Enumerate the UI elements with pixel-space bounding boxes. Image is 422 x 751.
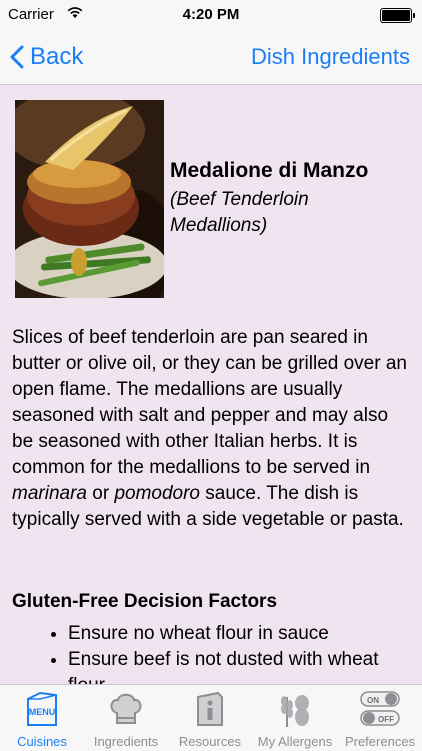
sauce-name-pomodoro: pomodoro: [114, 483, 200, 504]
tab-resources[interactable]: Resources: [168, 685, 252, 751]
toggle-switches-icon: ON OFF: [360, 691, 400, 726]
dish-name: Medalione di Manzo: [170, 159, 369, 182]
list-item: Ensure no wheat flour in sauce: [68, 621, 418, 647]
tab-cuisines[interactable]: MENU Cuisines: [0, 685, 84, 751]
back-button[interactable]: Back: [10, 40, 83, 74]
tab-ingredients[interactable]: Ingredients: [84, 685, 168, 751]
info-icon: [197, 691, 223, 726]
dish-description: Slices of beef tenderloin are pan seared…: [12, 325, 414, 533]
tab-label: My Allergens: [257, 734, 333, 749]
tab-label: Resources: [178, 734, 242, 749]
tab-bar: MENU Cuisines Ingredients Resources My A…: [0, 684, 422, 751]
back-button-label: Back: [30, 43, 84, 70]
menu-icon: MENU: [27, 691, 57, 726]
chef-hat-icon: [110, 693, 142, 724]
battery-icon: [380, 8, 415, 23]
dish-ingredients-label: Dish Ingredients: [251, 44, 410, 69]
description-text: or: [86, 483, 115, 504]
status-time: 4:20 PM: [182, 6, 240, 23]
toggle-off-text: OFF: [378, 715, 394, 724]
menu-icon-text: MENU: [29, 707, 56, 717]
dish-english-name: (Beef Tenderloin Medallions): [170, 189, 309, 236]
tab-label: Preferences: [344, 734, 416, 749]
decision-factors-title: Gluten-Free Decision Factors: [12, 591, 278, 612]
description-text: Slices of beef tenderloin are pan seared…: [12, 327, 407, 478]
dish-detail: Medalione di Manzo (Beef Tenderloin Meda…: [0, 85, 422, 684]
status-bar: Carrier 4:20 PM: [0, 0, 422, 30]
tab-preferences[interactable]: ON OFF Preferences: [338, 685, 422, 751]
chevron-left-icon: [10, 45, 24, 69]
navigation-bar: Back Dish Ingredients: [0, 30, 422, 85]
list-item: Ensure beef is not dusted with wheat flo…: [68, 647, 418, 684]
sauce-name-marinara: marinara: [12, 483, 87, 504]
tab-label: Ingredients: [93, 734, 159, 749]
tab-my-allergens[interactable]: My Allergens: [253, 685, 337, 751]
toggle-on-text: ON: [367, 696, 379, 705]
dish-photo: [15, 100, 164, 298]
decision-factors-list: Ensure no wheat flour in sauce Ensure be…: [40, 621, 418, 684]
wheat-peanut-icon: [281, 695, 309, 727]
tab-label: Cuisines: [17, 734, 67, 749]
dish-ingredients-button[interactable]: Dish Ingredients: [251, 40, 410, 74]
